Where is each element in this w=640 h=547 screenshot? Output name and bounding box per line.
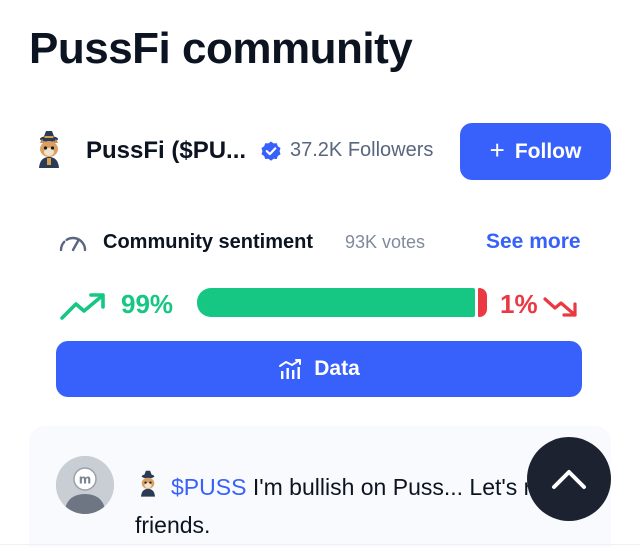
bearish-percentage: 1% <box>500 289 538 319</box>
community-name[interactable]: PussFi ($PU... <box>86 137 246 165</box>
data-button-label: Data <box>314 357 360 380</box>
cat-wizard-avatar-icon <box>39 131 59 168</box>
follow-button-label: Follow <box>514 139 582 163</box>
votes-count: 93K votes <box>345 232 426 252</box>
gauge-icon <box>59 236 87 252</box>
sentiment-label: Community sentiment <box>103 231 314 253</box>
followers-count: 37.2K Followers <box>290 139 434 161</box>
see-more-link[interactable]: See more <box>486 230 581 254</box>
community-profile-row: PussFi ($PU... 37.2K Followers + Follow <box>0 122 640 182</box>
sentiment-bar-row: 99% 1% <box>0 284 640 324</box>
page-title: PussFi community <box>29 24 413 73</box>
plus-icon: + <box>489 135 505 165</box>
bearish-bar <box>478 288 487 317</box>
post-card[interactable]: m $PUSS I'm bullish on Puss... Let's rid… <box>29 426 611 547</box>
trend-up-icon <box>60 293 105 320</box>
sentiment-header: Community sentiment 93K votes See more <box>0 226 640 260</box>
follow-button[interactable]: + Follow <box>460 123 611 180</box>
user-avatar[interactable]: m <box>56 456 114 514</box>
divider <box>0 544 640 545</box>
default-user-icon: m <box>56 456 114 514</box>
post-ticker-link[interactable]: $PUSS <box>171 474 246 500</box>
chart-icon <box>279 359 302 379</box>
chevron-up-icon <box>552 470 586 489</box>
verified-badge-icon <box>261 141 281 161</box>
post-text: $PUSS I'm bullish on Puss... Let's ride … <box>135 468 575 544</box>
bullish-bar <box>197 288 475 317</box>
svg-text:m: m <box>79 473 92 487</box>
bullish-percentage: 99% <box>121 289 174 319</box>
trend-down-icon <box>543 297 577 317</box>
scroll-to-top-button[interactable] <box>527 437 611 521</box>
sentiment-bar <box>197 288 487 317</box>
data-button[interactable]: Data <box>56 341 582 397</box>
